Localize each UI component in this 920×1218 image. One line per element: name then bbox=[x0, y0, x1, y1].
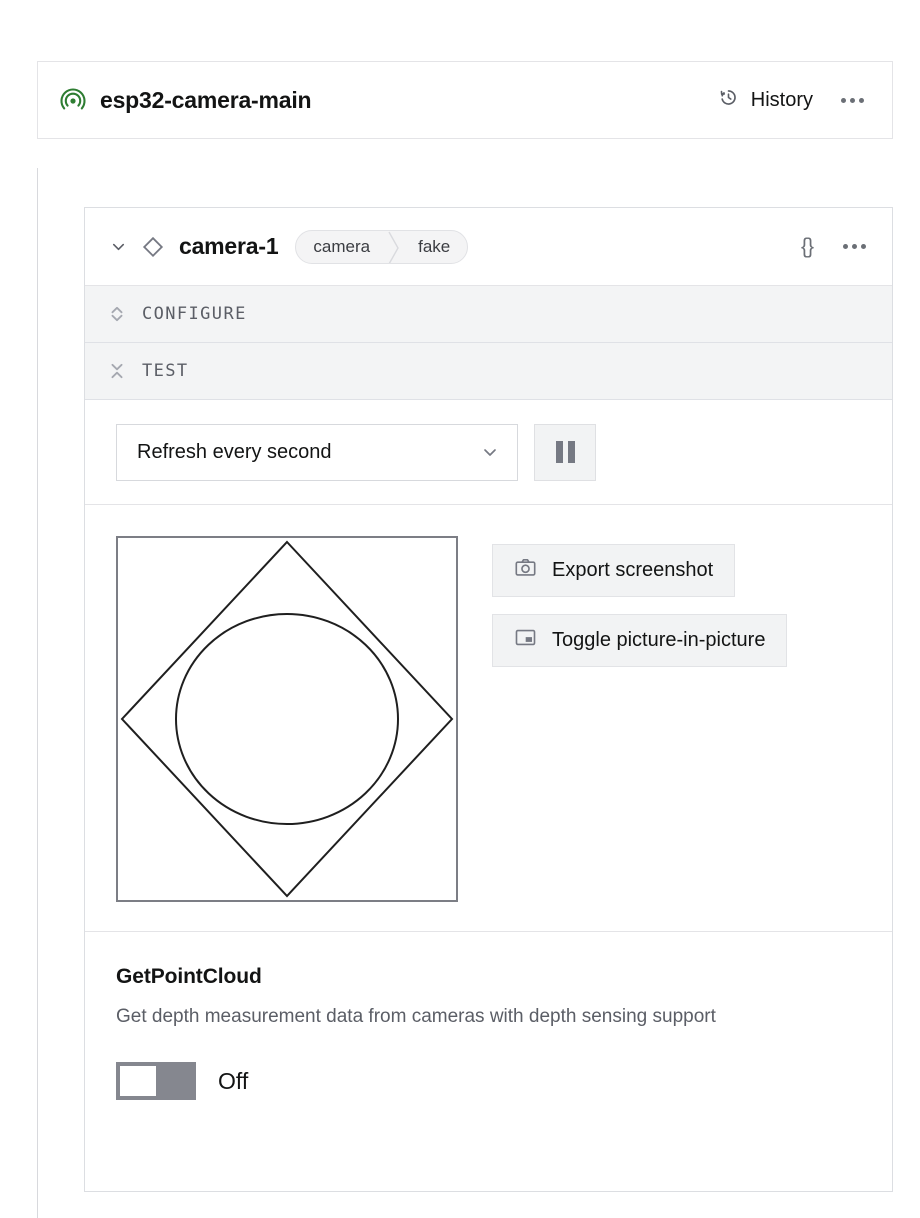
camera-stream-image bbox=[116, 536, 458, 902]
refresh-rate-select[interactable]: Refresh every second bbox=[116, 424, 518, 481]
ellipsis-icon bbox=[843, 244, 848, 249]
export-screenshot-button[interactable]: Export screenshot bbox=[492, 544, 735, 597]
get-point-cloud-toggle[interactable] bbox=[116, 1062, 196, 1100]
camera-icon bbox=[514, 556, 537, 585]
machine-header-card: esp32-camera-main History bbox=[37, 61, 893, 139]
refresh-rate-value: Refresh every second bbox=[137, 441, 332, 464]
stream-row: Export screenshot Toggle picture-in-pict… bbox=[85, 505, 892, 932]
machine-header-actions: History bbox=[717, 86, 892, 115]
history-button-label: History bbox=[751, 89, 813, 112]
stream-controls-row: Refresh every second bbox=[85, 400, 892, 505]
section-header-test[interactable]: TEST bbox=[85, 343, 892, 400]
get-point-cloud-toggle-row: Off bbox=[116, 1062, 861, 1100]
pause-icon bbox=[556, 441, 563, 463]
json-braces-icon[interactable]: {} bbox=[801, 235, 813, 259]
get-point-cloud-title: GetPointCloud bbox=[116, 965, 861, 989]
history-clock-icon bbox=[717, 86, 740, 115]
resource-card-camera-1: camera-1 camera fake {} bbox=[84, 207, 893, 1192]
resource-model-label: fake bbox=[401, 231, 467, 263]
resource-name: camera-1 bbox=[179, 233, 278, 260]
collapse-icon bbox=[106, 360, 128, 382]
resource-header-actions: {} bbox=[801, 235, 868, 259]
expand-collapse-icon bbox=[106, 303, 128, 325]
page-root: esp32-camera-main History bbox=[0, 0, 920, 1218]
toggle-pip-label: Toggle picture-in-picture bbox=[552, 629, 765, 652]
chevron-down-icon bbox=[480, 442, 500, 462]
diamond-icon bbox=[140, 234, 166, 260]
get-point-cloud-description: Get depth measurement data from cameras … bbox=[116, 1001, 826, 1033]
resource-api-label: camera bbox=[296, 231, 387, 263]
section-label-configure: CONFIGURE bbox=[142, 304, 247, 324]
toggle-pip-button[interactable]: Toggle picture-in-picture bbox=[492, 614, 787, 667]
resource-more-options-button[interactable] bbox=[841, 240, 868, 253]
section-header-configure[interactable]: CONFIGURE bbox=[85, 286, 892, 343]
get-point-cloud-toggle-state: Off bbox=[218, 1068, 248, 1095]
stream-action-buttons: Export screenshot Toggle picture-in-pict… bbox=[492, 536, 787, 903]
toggle-knob bbox=[120, 1066, 156, 1096]
pill-separator-icon bbox=[387, 231, 401, 263]
viam-radar-icon bbox=[60, 87, 86, 113]
picture-in-picture-icon bbox=[514, 626, 537, 655]
pause-stream-button[interactable] bbox=[534, 424, 596, 481]
resource-type-pill: camera fake bbox=[295, 230, 468, 264]
tree-guide-line bbox=[37, 168, 38, 1218]
machine-identity: esp32-camera-main bbox=[38, 87, 311, 114]
get-point-cloud-section: GetPointCloud Get depth measurement data… bbox=[85, 932, 892, 1100]
machine-more-options-button[interactable] bbox=[839, 94, 866, 107]
ellipsis-icon bbox=[841, 98, 846, 103]
section-label-test: TEST bbox=[142, 361, 189, 381]
history-button[interactable]: History bbox=[717, 86, 813, 115]
export-screenshot-label: Export screenshot bbox=[552, 559, 713, 582]
chevron-down-icon[interactable] bbox=[105, 234, 131, 260]
page-title: esp32-camera-main bbox=[100, 87, 311, 114]
resource-card-header: camera-1 camera fake {} bbox=[85, 208, 892, 286]
